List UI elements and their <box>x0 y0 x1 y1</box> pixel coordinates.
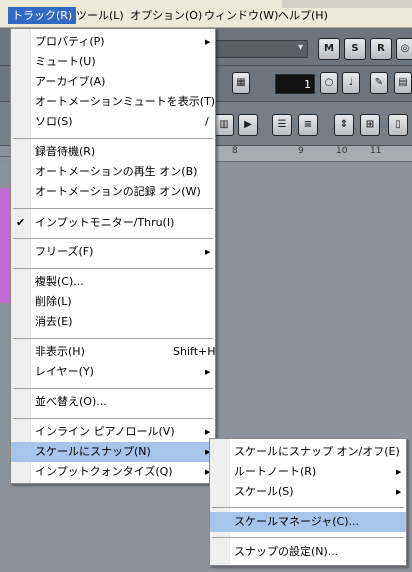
menu-item-mute[interactable]: ミュート(U) <box>11 52 215 72</box>
timeline-ruler[interactable]: 8 9 10 11 <box>210 146 412 162</box>
submenu-arrow-icon: ▶ <box>396 488 402 496</box>
menu-item-record-arm[interactable]: 録音待機(R) <box>11 142 215 162</box>
submenu-arrow-icon: ▶ <box>205 38 211 46</box>
menu-separator <box>13 138 213 139</box>
zoom-icon[interactable]: ⊞ <box>360 114 380 136</box>
menu-item-label: ミュート(U) <box>35 55 96 68</box>
submenu-arrow-icon: ▶ <box>205 248 211 256</box>
menu-item-label: 削除(L) <box>35 295 72 308</box>
menu-item-label: スナップの設定(N)... <box>234 545 339 558</box>
menu-item-automation-record[interactable]: オートメーションの記録 オン(W) <box>11 182 215 202</box>
toolbar-icon-a[interactable]: ▦ <box>232 72 250 94</box>
menu-separator <box>13 388 213 389</box>
solo-button[interactable]: S <box>344 38 366 60</box>
submenu-arrow-icon: ▶ <box>205 368 211 376</box>
menu-item-freeze[interactable]: フリーズ(F) ▶ <box>11 242 215 262</box>
menu-item-shortcut: / <box>205 115 209 128</box>
menu-item-erase[interactable]: 消去(E) <box>11 312 215 332</box>
checkmark-icon: ✔ <box>16 216 26 229</box>
menu-item-snap-to-scale[interactable]: スケールにスナップ(N) ▶ <box>11 442 215 462</box>
mute-button[interactable]: M <box>318 38 340 60</box>
menu-item-label: 消去(E) <box>35 315 73 328</box>
menu-item-show-automation-mute[interactable]: オートメーションミュートを表示(T) <box>11 92 215 112</box>
menu-item-label: オートメーションの再生 オン(B) <box>35 165 198 178</box>
toolbar-icon-c[interactable]: ▯ <box>388 114 408 136</box>
list-icon[interactable]: ≡ <box>298 114 318 136</box>
menu-track[interactable]: トラック(R) <box>8 7 77 24</box>
menu-item-layer[interactable]: レイヤー(Y) ▶ <box>11 362 215 382</box>
menu-item-snap-toggle[interactable]: スケールにスナップ オン/オフ(E) <box>210 442 406 462</box>
menu-item-label: インライン ピアノロール(V) <box>35 425 175 438</box>
menu-item-label: オートメーションミュートを表示(T) <box>35 95 216 108</box>
menu-item-label: 非表示(H) <box>35 345 85 358</box>
menu-options[interactable]: オプション(O) <box>126 7 206 24</box>
menu-window[interactable]: ウィンドウ(W) <box>200 7 282 24</box>
menu-item-label: インプットモニター/Thru(I) <box>35 216 175 229</box>
menu-item-shortcut: Shift+H <box>173 345 216 358</box>
menu-item-clone[interactable]: 複製(C)... <box>11 272 215 292</box>
track-menu: プロパティ(P) ▶ ミュート(U) アーカイブ(A) オートメーションミュート… <box>10 28 216 484</box>
menu-separator <box>13 338 213 339</box>
menu-item-properties[interactable]: プロパティ(P) ▶ <box>11 32 215 52</box>
menu-item-label: スケールにスナップ(N) <box>35 445 151 458</box>
menu-help[interactable]: ヘルプ(H) <box>274 7 332 24</box>
menu-item-label: 並べ替え(O)... <box>35 395 107 408</box>
menu-item-label: ルートノート(R) <box>234 465 317 478</box>
menu-item-label: インプットクォンタイズ(Q) <box>35 465 173 478</box>
menu-item-label: スケールマネージャ(C)... <box>234 515 359 528</box>
menu-separator <box>13 268 213 269</box>
menu-item-label: フリーズ(F) <box>35 245 94 258</box>
counter-display[interactable]: 1 <box>275 74 315 94</box>
menu-tools[interactable]: ツール(L) <box>72 7 128 24</box>
menu-separator <box>13 418 213 419</box>
menu-item-automation-play[interactable]: オートメーションの再生 オン(B) <box>11 162 215 182</box>
edit-note-icon[interactable]: ✎ <box>370 72 388 94</box>
menu-separator <box>212 537 404 538</box>
note-duration-icon[interactable]: ○ <box>320 72 338 94</box>
menu-item-root-note[interactable]: ルートノート(R) ▶ <box>210 462 406 482</box>
piano-roll-icon[interactable]: ▥ <box>214 114 234 136</box>
menu-item-label: 録音待機(R) <box>35 145 96 158</box>
menu-item-label: スケール(S) <box>234 485 294 498</box>
play-marker-icon[interactable]: ▶ <box>238 114 258 136</box>
menu-item-snap-settings[interactable]: スナップの設定(N)... <box>210 542 406 562</box>
menu-item-hide[interactable]: 非表示(H) Shift+H <box>11 342 216 362</box>
menu-item-input-quantize[interactable]: インプットクォンタイズ(Q) ▶ <box>11 462 215 482</box>
menu-item-scale[interactable]: スケール(S) ▶ <box>210 482 406 502</box>
menu-separator <box>13 238 213 239</box>
toolbar-icon-b[interactable]: ▤ <box>394 72 412 94</box>
fit-icon[interactable]: ⇕ <box>334 114 354 136</box>
menu-item-solo[interactable]: ソロ(S) / <box>11 112 215 132</box>
menubar: トラック(R) ツール(L) オプション(O) ウィンドウ(W) ヘルプ(H) <box>0 0 412 28</box>
app-window: ▾ M S R ◎ ▦ ○ ♩ ✎ ▤ 1 ▥ ▶ ☰ ≡ ⇕ ⊞ ▯ 8 9 … <box>0 0 412 572</box>
snap-to-scale-submenu: スケールにスナップ オン/オフ(E) ルートノート(R) ▶ スケール(S) ▶… <box>209 438 407 566</box>
menu-item-label: 複製(C)... <box>35 275 84 288</box>
menu-separator <box>212 507 404 508</box>
menu-item-archive[interactable]: アーカイブ(A) <box>11 72 215 92</box>
menu-item-label: ソロ(S) <box>35 115 73 128</box>
track-dropdown[interactable]: ▾ <box>200 40 308 58</box>
ruler-tick: 9 <box>298 146 304 156</box>
menu-item-label: アーカイブ(A) <box>35 75 106 88</box>
menu-item-input-monitor[interactable]: ✔ インプットモニター/Thru(I) <box>11 213 215 233</box>
menu-item-label: スケールにスナップ オン/オフ(E) <box>234 445 400 458</box>
menu-item-label: オートメーションの記録 オン(W) <box>35 185 201 198</box>
menu-item-label: レイヤー(Y) <box>35 365 94 378</box>
ruler-tick: 10 <box>336 146 348 156</box>
menu-item-inline-piano-roll[interactable]: インライン ピアノロール(V) ▶ <box>11 422 215 442</box>
quarter-note-icon[interactable]: ♩ <box>342 72 360 94</box>
menu-item-delete[interactable]: 削除(L) <box>11 292 215 312</box>
menu-separator <box>13 208 213 209</box>
submenu-arrow-icon: ▶ <box>396 468 402 476</box>
ruler-tick: 11 <box>370 146 382 156</box>
mixer-icon[interactable]: ☰ <box>272 114 292 136</box>
record-arm-button[interactable]: R <box>370 38 392 60</box>
chevron-down-icon: ▾ <box>297 42 303 53</box>
menu-item-label: プロパティ(P) <box>35 35 105 48</box>
ruler-tick: 8 <box>232 146 238 156</box>
menu-item-scale-manager[interactable]: スケールマネージャ(C)... <box>210 512 406 532</box>
input-echo-icon[interactable]: ◎ <box>396 38 412 60</box>
menu-item-sort[interactable]: 並べ替え(O)... <box>11 392 215 412</box>
track-clip[interactable] <box>0 188 10 303</box>
